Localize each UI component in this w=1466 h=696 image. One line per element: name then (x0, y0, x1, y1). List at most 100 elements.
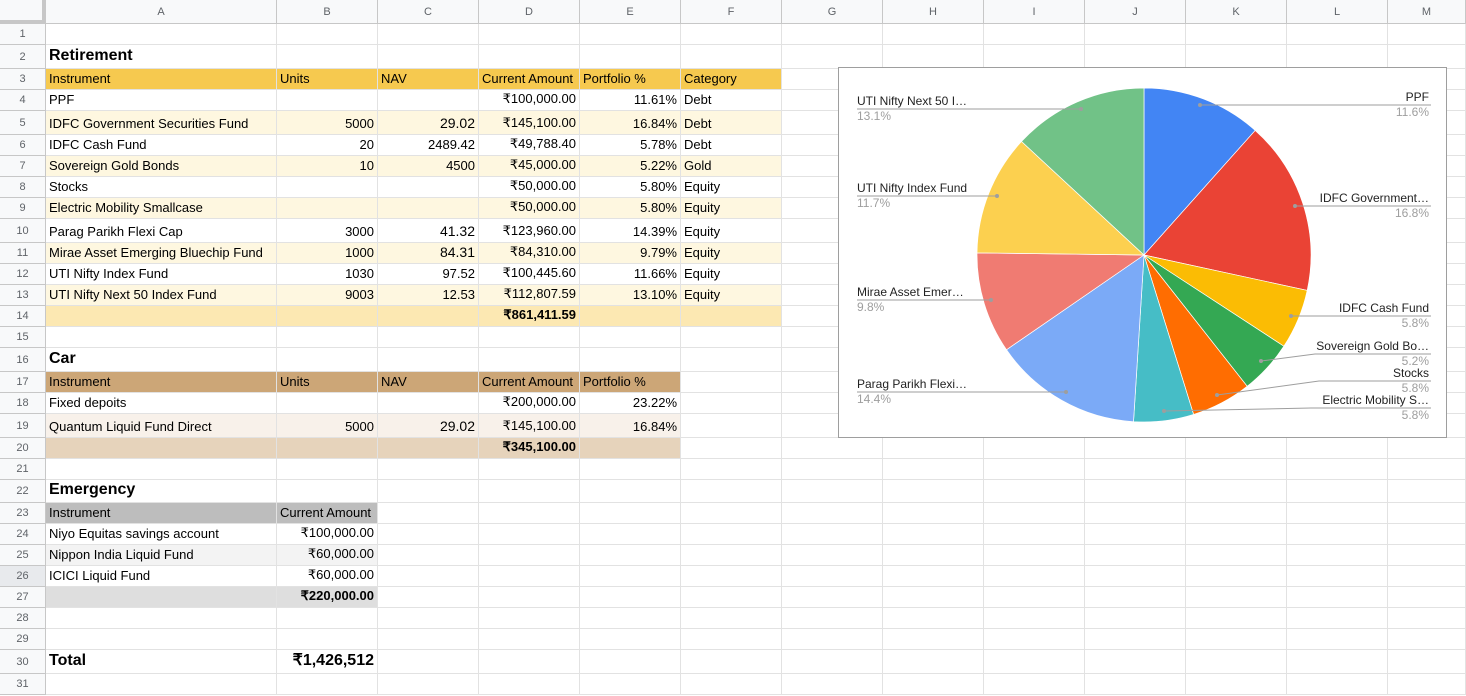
cell-B22[interactable] (277, 480, 378, 503)
cell-G23[interactable] (782, 503, 883, 524)
cell-A1[interactable] (46, 24, 277, 45)
portfolio-pie-chart[interactable]: PPF 11.6% IDFC Government… 16.8% IDFC Cash F… (838, 67, 1447, 438)
cell-C31[interactable] (378, 674, 479, 695)
cell-K26[interactable] (1186, 566, 1287, 587)
table-cell[interactable] (277, 393, 378, 414)
cell-H22[interactable] (883, 480, 984, 503)
cell-J29[interactable] (1085, 629, 1186, 650)
cell-B16[interactable] (277, 348, 378, 372)
row-header-24[interactable]: 24 (0, 524, 46, 545)
row-header-16[interactable]: 16 (0, 348, 46, 372)
cell-F26[interactable] (681, 566, 782, 587)
cell-K2[interactable] (1186, 45, 1287, 69)
cell-F30[interactable] (681, 650, 782, 674)
table-cell[interactable]: Parag Parikh Flexi Cap (46, 219, 277, 243)
row-header-2[interactable]: 2 (0, 45, 46, 69)
cell-F27[interactable] (681, 587, 782, 608)
row-header-5[interactable]: 5 (0, 111, 46, 135)
cell-E15[interactable] (580, 327, 681, 348)
cell-H27[interactable] (883, 587, 984, 608)
cell-B21[interactable] (277, 459, 378, 480)
cell-H21[interactable] (883, 459, 984, 480)
table-cell[interactable]: 10 (277, 156, 378, 177)
column-header[interactable]: Current Amount (479, 372, 580, 393)
cell-H30[interactable] (883, 650, 984, 674)
table-cell[interactable]: Stocks (46, 177, 277, 198)
cell-J20[interactable] (1085, 438, 1186, 459)
cell-C20[interactable] (378, 438, 479, 459)
table-cell[interactable] (277, 177, 378, 198)
column-header[interactable]: Current Amount (479, 69, 580, 90)
cell-H25[interactable] (883, 545, 984, 566)
row-header-7[interactable]: 7 (0, 156, 46, 177)
cell-A21[interactable] (46, 459, 277, 480)
cell-F20[interactable] (681, 438, 782, 459)
cell-E27[interactable] (580, 587, 681, 608)
cell-I28[interactable] (984, 608, 1085, 629)
cell-C27[interactable] (378, 587, 479, 608)
table-cell[interactable]: ₹112,807.59 (479, 285, 580, 306)
cell-I20[interactable] (984, 438, 1085, 459)
cell-G24[interactable] (782, 524, 883, 545)
table-cell[interactable]: ₹200,000.00 (479, 393, 580, 414)
cell-M31[interactable] (1388, 674, 1466, 695)
row-header-30[interactable]: 30 (0, 650, 46, 674)
cell-G21[interactable] (782, 459, 883, 480)
cell-A27[interactable] (46, 587, 277, 608)
cell-I29[interactable] (984, 629, 1085, 650)
cell-G28[interactable] (782, 608, 883, 629)
table-cell[interactable]: ₹100,445.60 (479, 264, 580, 285)
cell-D30[interactable] (479, 650, 580, 674)
row-header-19[interactable]: 19 (0, 414, 46, 438)
table-cell[interactable]: Equity (681, 177, 782, 198)
cell-K28[interactable] (1186, 608, 1287, 629)
cell-L23[interactable] (1287, 503, 1388, 524)
cell-F24[interactable] (681, 524, 782, 545)
cell-I27[interactable] (984, 587, 1085, 608)
cell-G1[interactable] (782, 24, 883, 45)
cell-D31[interactable] (479, 674, 580, 695)
cell-J31[interactable] (1085, 674, 1186, 695)
cell-I1[interactable] (984, 24, 1085, 45)
cell-D24[interactable] (479, 524, 580, 545)
cell-B15[interactable] (277, 327, 378, 348)
table-cell[interactable]: 9.79% (580, 243, 681, 264)
cell-H31[interactable] (883, 674, 984, 695)
row-header-9[interactable]: 9 (0, 198, 46, 219)
cell-L21[interactable] (1287, 459, 1388, 480)
cell-D28[interactable] (479, 608, 580, 629)
cell-E20[interactable] (580, 438, 681, 459)
cell-J28[interactable] (1085, 608, 1186, 629)
column-header-C[interactable]: C (378, 0, 479, 24)
cell-D16[interactable] (479, 348, 580, 372)
row-header-29[interactable]: 29 (0, 629, 46, 650)
cell-F19[interactable] (681, 414, 782, 438)
cell-E29[interactable] (580, 629, 681, 650)
cell-L25[interactable] (1287, 545, 1388, 566)
cell-D29[interactable] (479, 629, 580, 650)
row-header-11[interactable]: 11 (0, 243, 46, 264)
cell-H29[interactable] (883, 629, 984, 650)
row-header-21[interactable]: 21 (0, 459, 46, 480)
cell-C14[interactable] (378, 306, 479, 327)
grand-total-value[interactable]: ₹1,426,512 (277, 650, 378, 674)
table-cell[interactable]: 97.52 (378, 264, 479, 285)
cell-D27[interactable] (479, 587, 580, 608)
table-cell[interactable]: ₹60,000.00 (277, 545, 378, 566)
cell-F21[interactable] (681, 459, 782, 480)
cell-A14[interactable] (46, 306, 277, 327)
column-header[interactable]: Instrument (46, 69, 277, 90)
cell-C21[interactable] (378, 459, 479, 480)
cell-G31[interactable] (782, 674, 883, 695)
cell-M28[interactable] (1388, 608, 1466, 629)
cell-I26[interactable] (984, 566, 1085, 587)
cell-A28[interactable] (46, 608, 277, 629)
table-cell[interactable]: 12.53 (378, 285, 479, 306)
column-header[interactable]: Units (277, 69, 378, 90)
cell-B20[interactable] (277, 438, 378, 459)
table-cell[interactable]: 41.32 (378, 219, 479, 243)
cell-C26[interactable] (378, 566, 479, 587)
row-header-8[interactable]: 8 (0, 177, 46, 198)
column-header[interactable]: NAV (378, 69, 479, 90)
table-cell[interactable]: ₹49,788.40 (479, 135, 580, 156)
